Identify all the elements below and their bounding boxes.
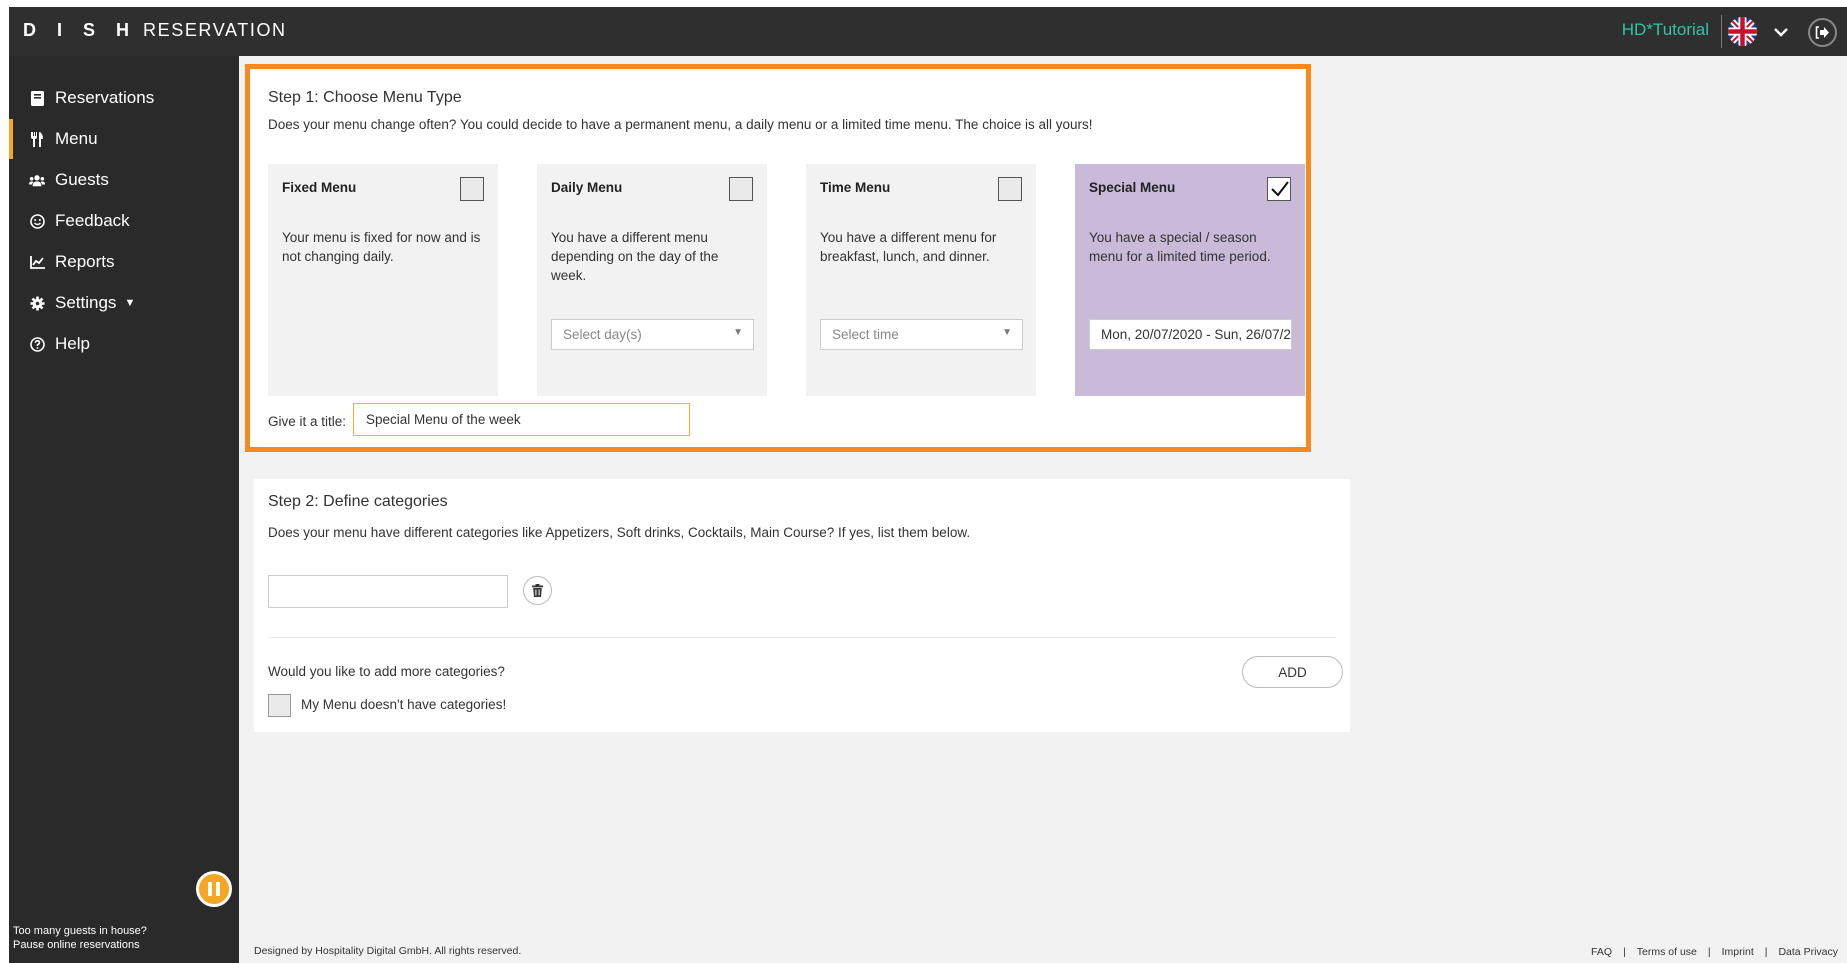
chart-line-icon — [29, 254, 45, 270]
step2-title: Step 2: Define categories — [268, 493, 448, 510]
delete-category-button[interactable] — [523, 576, 552, 605]
time-menu-checkbox[interactable] — [998, 177, 1022, 201]
section-divider — [268, 637, 1336, 638]
top-bar: D I S H RESERVATION HD*Tutorial — [9, 7, 1847, 56]
sidebar: Reservations Menu Guests Feedback Report… — [9, 56, 239, 963]
select-days-dropdown[interactable]: Select day(s) ▼ — [551, 319, 754, 350]
special-menu-checkbox[interactable] — [1267, 177, 1291, 201]
footer-link-faq[interactable]: FAQ — [1591, 946, 1612, 958]
menu-type-card-time[interactable]: Time Menu You have a different menu for … — [806, 164, 1036, 396]
sidebar-item-label: Reservations — [55, 88, 155, 107]
step1-description: Does your menu change often? You could d… — [268, 117, 1093, 132]
no-categories-checkbox[interactable] — [268, 694, 291, 717]
title-field-label: Give it a title: — [268, 414, 347, 429]
pause-reservations-button[interactable] — [196, 871, 232, 907]
menu-title-input[interactable]: Special Menu of the week — [353, 403, 690, 436]
gear-icon — [29, 295, 45, 311]
caret-down-icon: ▼ — [1002, 327, 1012, 338]
sidebar-item-settings[interactable]: Settings ▼ — [9, 283, 239, 323]
caret-down-icon: ▼ — [124, 297, 136, 309]
footer-link-terms[interactable]: Terms of use — [1637, 946, 1697, 958]
pause-icon — [208, 882, 220, 896]
sidebar-item-label: Reports — [55, 252, 115, 271]
sidebar-item-label: Feedback — [55, 211, 130, 230]
sidebar-item-help[interactable]: Help — [9, 324, 239, 364]
select-placeholder: Select day(s) — [563, 327, 642, 342]
pause-line-1: Too many guests in house? — [13, 925, 147, 937]
sidebar-item-feedback[interactable]: Feedback — [9, 201, 239, 241]
no-categories-label: My Menu doesn't have categories! — [301, 697, 507, 712]
book-icon — [29, 90, 45, 106]
menu-type-card-fixed[interactable]: Fixed Menu Your menu is fixed for now an… — [268, 164, 498, 396]
pause-reservations-text: Too many guests in house? Pause online r… — [13, 924, 173, 952]
card-title: Fixed Menu — [282, 180, 357, 195]
sidebar-item-label: Help — [55, 334, 90, 353]
footer-separator: | — [1764, 946, 1768, 958]
chevron-down-icon[interactable] — [1771, 17, 1791, 45]
header-divider — [1721, 15, 1722, 48]
logout-icon[interactable] — [1808, 18, 1837, 47]
sidebar-item-menu[interactable]: Menu — [9, 119, 239, 159]
menu-type-card-special[interactable]: Special Menu You have a special / season… — [1075, 164, 1305, 396]
card-description: Your menu is fixed for now and is not ch… — [282, 230, 481, 264]
date-range-input[interactable]: Mon, 20/07/2020 - Sun, 26/07/2020 — [1089, 319, 1292, 350]
app-window: D I S H RESERVATION HD*Tutorial Reservat… — [9, 7, 1847, 963]
daily-menu-checkbox[interactable] — [729, 177, 753, 201]
trash-icon — [532, 584, 543, 597]
menu-type-card-daily[interactable]: Daily Menu You have a different menu dep… — [537, 164, 767, 396]
sidebar-item-label: Settings — [55, 293, 117, 312]
sidebar-item-reports[interactable]: Reports — [9, 242, 239, 282]
footer-separator: | — [1623, 946, 1626, 958]
step2-panel: Step 2: Define categories Does your menu… — [254, 479, 1350, 732]
card-description: You have a different menu depending on t… — [551, 230, 719, 283]
card-description: You have a different menu for breakfast,… — [820, 230, 997, 264]
pause-line-2: Pause online reservations — [13, 939, 140, 951]
select-placeholder: Select time — [832, 327, 899, 342]
step2-description: Does your menu have different categories… — [268, 525, 971, 540]
checkmark-icon — [1271, 181, 1289, 197]
add-category-button[interactable]: ADD — [1242, 656, 1343, 688]
caret-down-icon: ▼ — [733, 327, 743, 338]
users-icon — [29, 172, 45, 188]
sidebar-item-label: Guests — [55, 170, 109, 189]
smiley-icon — [29, 213, 45, 229]
select-time-dropdown[interactable]: Select time ▼ — [820, 319, 1023, 350]
step1-panel: Step 1: Choose Menu Type Does your menu … — [245, 64, 1311, 452]
sidebar-item-reservations[interactable]: Reservations — [9, 78, 239, 118]
step1-title: Step 1: Choose Menu Type — [268, 89, 462, 106]
sidebar-item-guests[interactable]: Guests — [9, 160, 239, 200]
sidebar-item-label: Menu — [55, 129, 98, 148]
add-more-categories-label: Would you like to add more categories? — [268, 664, 505, 679]
brand-light: RESERVATION — [143, 20, 287, 40]
footer-links: FAQ | Terms of use | Imprint | Data Priv… — [1591, 946, 1838, 958]
brand-bold: D I S H — [23, 20, 138, 40]
copyright-text: Designed by Hospitality Digital GmbH. Al… — [254, 945, 522, 957]
card-description: You have a special / season menu for a l… — [1089, 230, 1271, 264]
card-title: Special Menu — [1089, 180, 1176, 195]
utensils-icon — [29, 131, 45, 147]
category-name-input[interactable] — [268, 575, 508, 608]
uk-flag-icon[interactable] — [1728, 17, 1757, 46]
card-title: Time Menu — [820, 180, 891, 195]
footer-separator: | — [1707, 946, 1711, 958]
card-title: Daily Menu — [551, 180, 623, 195]
footer-link-privacy[interactable]: Data Privacy — [1778, 946, 1838, 958]
question-icon — [29, 336, 45, 352]
footer-link-imprint[interactable]: Imprint — [1722, 946, 1754, 958]
fixed-menu-checkbox[interactable] — [460, 177, 484, 201]
brand-logo[interactable]: D I S H RESERVATION — [23, 20, 287, 41]
user-account-link[interactable]: HD*Tutorial — [1622, 20, 1709, 40]
